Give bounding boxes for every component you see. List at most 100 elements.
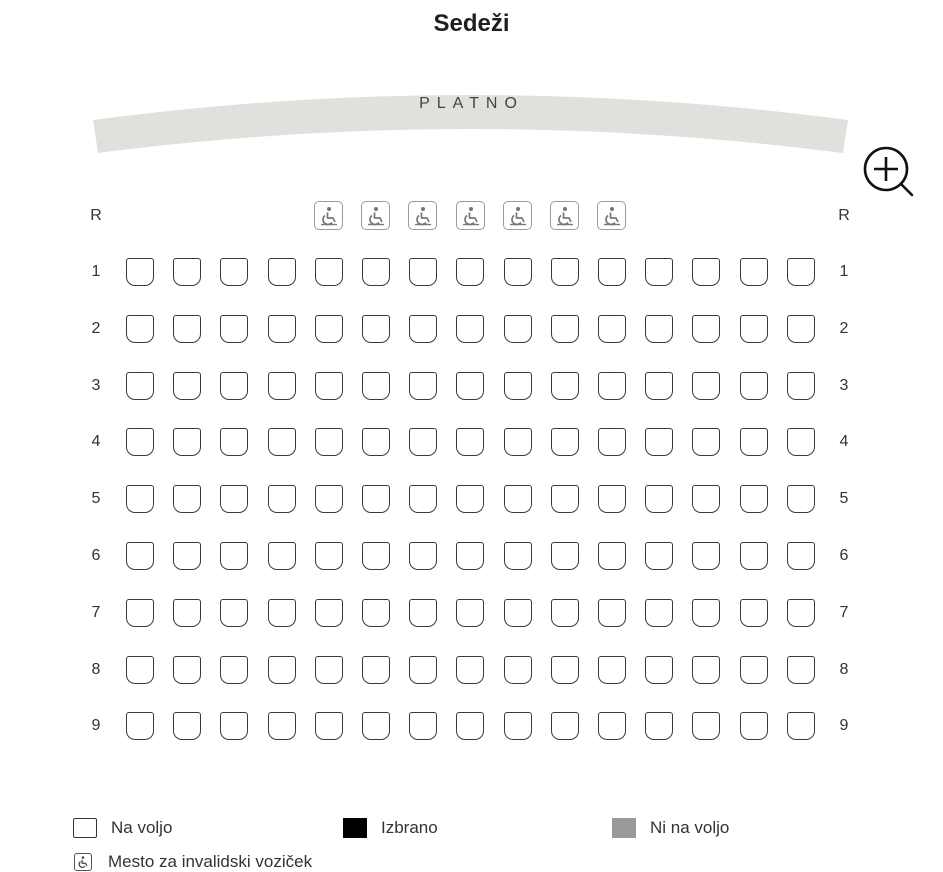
seat-r7-s4[interactable] <box>267 598 296 627</box>
seat-r3-s14[interactable] <box>739 371 768 400</box>
seat-r4-s12[interactable] <box>645 428 674 457</box>
seat-r8-s6[interactable] <box>362 655 390 684</box>
seat-r5-s12[interactable] <box>645 485 674 514</box>
seat-r1-s3[interactable] <box>220 258 249 286</box>
seat-r5-s2[interactable] <box>173 485 202 514</box>
seat-r2-s1[interactable] <box>126 314 154 343</box>
seat-r1-s15[interactable] <box>786 258 815 286</box>
seat-r5-s15[interactable] <box>786 485 815 514</box>
seat-r8-s12[interactable] <box>645 655 674 684</box>
seat-r3-s13[interactable] <box>692 371 721 400</box>
seat-r1-s6[interactable] <box>362 258 390 286</box>
seat-r6-s8[interactable] <box>456 542 485 570</box>
seat-r4-s8[interactable] <box>456 428 485 457</box>
seat-r6-s14[interactable] <box>739 542 768 570</box>
seat-r4-s11[interactable] <box>598 428 626 457</box>
seat-r4-s14[interactable] <box>739 428 768 457</box>
seat-r7-s14[interactable] <box>739 598 768 627</box>
seat-r3-s2[interactable] <box>173 371 202 400</box>
seat-r6-s3[interactable] <box>220 542 249 570</box>
seat-r6-s15[interactable] <box>786 542 815 570</box>
seat-r9-s13[interactable] <box>692 712 721 741</box>
seat-r4-s9[interactable] <box>503 428 532 457</box>
seat-r3-s7[interactable] <box>409 371 438 400</box>
seat-r1-s10[interactable] <box>550 258 579 286</box>
seat-r1-s5[interactable] <box>314 258 343 286</box>
seat-r2-s12[interactable] <box>645 314 674 343</box>
seat-r7-s6[interactable] <box>362 598 390 627</box>
seat-r7-s11[interactable] <box>598 598 626 627</box>
seat-r4-s6[interactable] <box>362 428 390 457</box>
wheelchair-seat-4[interactable] <box>455 201 485 230</box>
seat-r5-s10[interactable] <box>550 485 579 514</box>
seat-r6-s2[interactable] <box>173 542 202 570</box>
seat-r2-s13[interactable] <box>692 314 721 343</box>
seat-r4-s5[interactable] <box>314 428 343 457</box>
seat-r2-s14[interactable] <box>739 314 768 343</box>
wheelchair-seat-5[interactable] <box>502 201 532 230</box>
seat-r5-s5[interactable] <box>314 485 343 514</box>
seat-r6-s10[interactable] <box>550 542 579 570</box>
seat-r9-s2[interactable] <box>173 712 202 741</box>
seat-r7-s10[interactable] <box>550 598 579 627</box>
seat-r3-s8[interactable] <box>456 371 485 400</box>
seat-r8-s8[interactable] <box>456 655 485 684</box>
seat-r8-s4[interactable] <box>267 655 296 684</box>
seat-r7-s3[interactable] <box>220 598 249 627</box>
seat-r7-s15[interactable] <box>786 598 815 627</box>
seat-r5-s14[interactable] <box>739 485 768 514</box>
seat-r9-s15[interactable] <box>786 712 815 741</box>
seat-r1-s14[interactable] <box>739 258 768 286</box>
seat-r1-s11[interactable] <box>598 258 626 286</box>
seat-r6-s1[interactable] <box>126 542 154 570</box>
seat-r1-s13[interactable] <box>692 258 721 286</box>
seat-r8-s2[interactable] <box>173 655 202 684</box>
seat-r9-s1[interactable] <box>126 712 154 741</box>
seat-r8-s7[interactable] <box>409 655 438 684</box>
seat-r3-s5[interactable] <box>314 371 343 400</box>
seat-r8-s13[interactable] <box>692 655 721 684</box>
seat-r3-s10[interactable] <box>550 371 579 400</box>
seat-r7-s5[interactable] <box>314 598 343 627</box>
seat-r9-s8[interactable] <box>456 712 485 741</box>
seat-r9-s9[interactable] <box>503 712 532 741</box>
seat-r8-s14[interactable] <box>739 655 768 684</box>
seat-r1-s9[interactable] <box>503 258 532 286</box>
wheelchair-seat-1[interactable] <box>314 201 343 230</box>
seat-r6-s6[interactable] <box>362 542 390 570</box>
seat-r2-s3[interactable] <box>220 314 249 343</box>
seat-r9-s11[interactable] <box>598 712 626 741</box>
seat-r4-s15[interactable] <box>786 428 815 457</box>
seat-r7-s7[interactable] <box>409 598 438 627</box>
seat-r9-s5[interactable] <box>314 712 343 741</box>
seat-r2-s15[interactable] <box>786 314 815 343</box>
seat-r6-s13[interactable] <box>692 542 721 570</box>
seat-r3-s3[interactable] <box>220 371 249 400</box>
seat-r3-s6[interactable] <box>362 371 390 400</box>
seat-r4-s10[interactable] <box>550 428 579 457</box>
seat-r3-s9[interactable] <box>503 371 532 400</box>
seat-r5-s11[interactable] <box>598 485 626 514</box>
seat-r8-s3[interactable] <box>220 655 249 684</box>
wheelchair-seat-2[interactable] <box>361 201 391 230</box>
seat-r7-s9[interactable] <box>503 598 532 627</box>
seat-r8-s1[interactable] <box>126 655 154 684</box>
seat-r8-s5[interactable] <box>314 655 343 684</box>
seat-r3-s1[interactable] <box>126 371 154 400</box>
seat-r3-s4[interactable] <box>267 371 296 400</box>
seat-r6-s9[interactable] <box>503 542 532 570</box>
seat-r9-s14[interactable] <box>739 712 768 741</box>
wheelchair-seat-7[interactable] <box>597 201 627 230</box>
seat-r1-s7[interactable] <box>409 258 438 286</box>
seat-r3-s12[interactable] <box>645 371 674 400</box>
seat-r4-s3[interactable] <box>220 428 249 457</box>
seat-r1-s2[interactable] <box>173 258 202 286</box>
seat-r7-s1[interactable] <box>126 598 154 627</box>
seat-r6-s7[interactable] <box>409 542 438 570</box>
seat-r5-s6[interactable] <box>362 485 390 514</box>
seat-r9-s6[interactable] <box>362 712 390 741</box>
seat-r6-s12[interactable] <box>645 542 674 570</box>
seat-r9-s10[interactable] <box>550 712 579 741</box>
seat-r2-s7[interactable] <box>409 314 438 343</box>
seat-r5-s13[interactable] <box>692 485 721 514</box>
